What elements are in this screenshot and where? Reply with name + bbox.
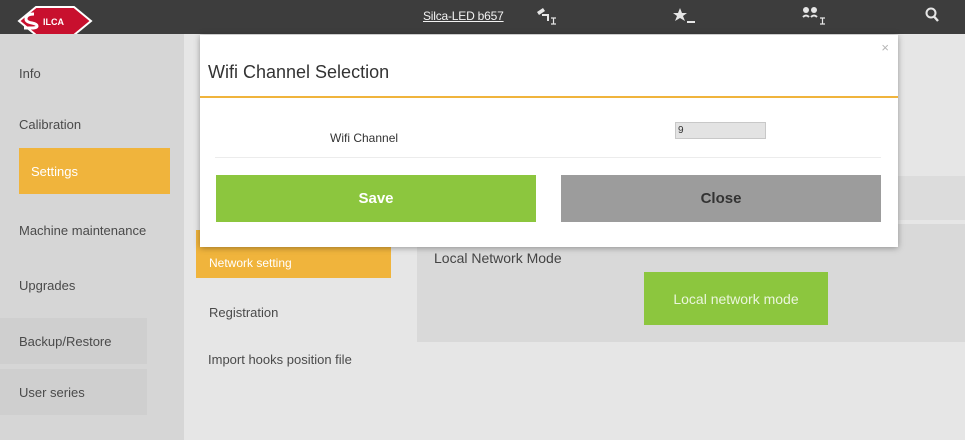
field-divider bbox=[215, 157, 881, 158]
sidebar-item-info[interactable]: Info bbox=[0, 50, 184, 96]
machine-icon[interactable] bbox=[530, 4, 560, 30]
subnav-item-import-hooks[interactable]: Import hooks position file bbox=[208, 352, 352, 367]
device-name[interactable]: Silca-LED b657 bbox=[423, 9, 504, 23]
sidebar-item-calibration[interactable]: Calibration bbox=[0, 101, 184, 147]
search-icon[interactable] bbox=[920, 4, 950, 30]
top-bar: ILCA Silca-LED b657 bbox=[0, 0, 965, 36]
star-icon[interactable] bbox=[670, 4, 700, 30]
close-button[interactable]: Close bbox=[561, 175, 881, 222]
local-network-mode-button[interactable]: Local network mode bbox=[644, 272, 828, 325]
users-icon[interactable] bbox=[800, 4, 830, 30]
title-divider bbox=[200, 96, 898, 98]
sidebar-item-upgrades[interactable]: Upgrades bbox=[0, 262, 184, 308]
panel-title: Local Network Mode bbox=[434, 250, 562, 266]
wifi-channel-input[interactable] bbox=[675, 122, 766, 139]
svg-text:ILCA: ILCA bbox=[43, 17, 64, 27]
subnav-item-registration[interactable]: Registration bbox=[209, 305, 278, 320]
sidebar-item-user-series[interactable]: User series bbox=[0, 369, 147, 415]
wifi-channel-label: Wifi Channel bbox=[330, 131, 399, 145]
sidebar-item-machine-maintenance[interactable]: Machine maintenance bbox=[0, 205, 170, 255]
dialog-title: Wifi Channel Selection bbox=[208, 62, 390, 82]
sidebar-item-settings[interactable]: Settings bbox=[19, 148, 170, 194]
silca-logo: ILCA bbox=[17, 6, 93, 36]
wifi-channel-dialog: Wifi Channel Selection × Wifi Channel Sa… bbox=[200, 35, 898, 247]
dialog-close-icon[interactable]: × bbox=[881, 40, 889, 55]
header-strip bbox=[897, 176, 965, 220]
save-button[interactable]: Save bbox=[216, 175, 536, 222]
sidebar-item-backup-restore[interactable]: Backup/Restore bbox=[0, 318, 147, 364]
